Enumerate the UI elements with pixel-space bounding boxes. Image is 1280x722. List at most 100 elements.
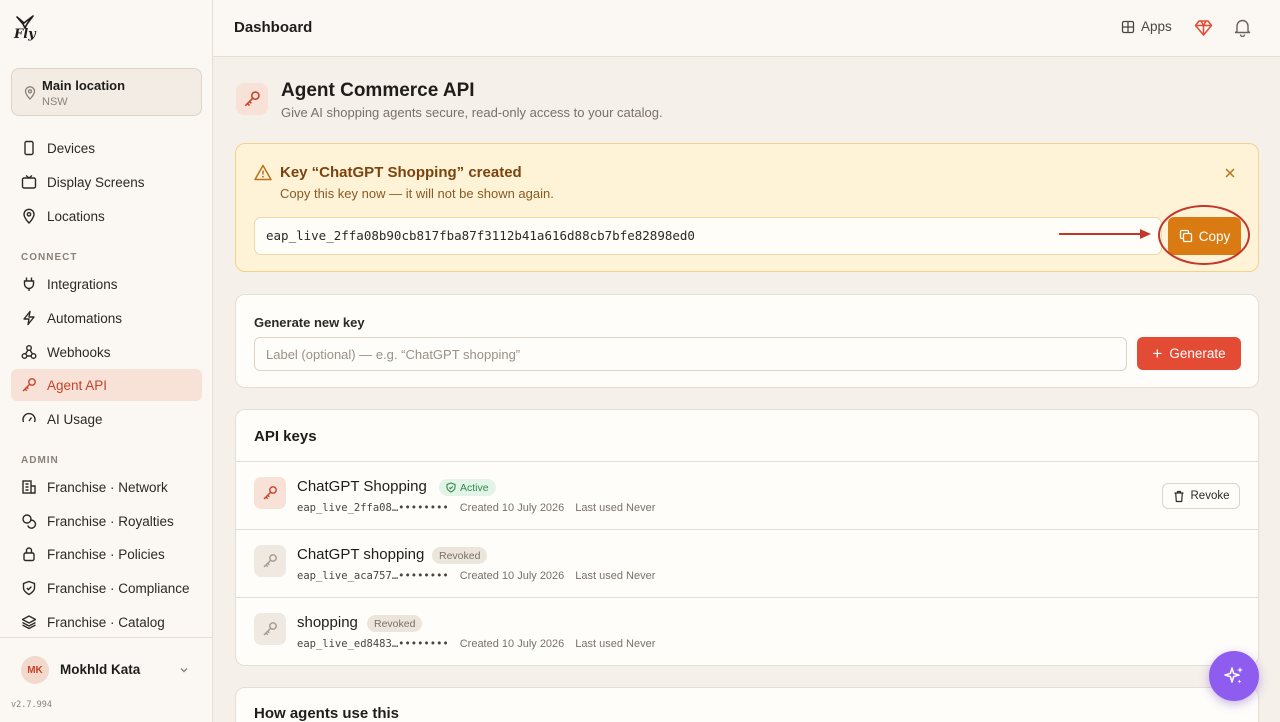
phone-icon (21, 140, 37, 156)
status-badge: Revoked (432, 547, 488, 564)
how-agents-card: How agents use this (235, 687, 1259, 722)
sidebar-item-automations[interactable]: Automations (11, 302, 202, 334)
sidebar-item-label: Franchise · Policies (47, 546, 165, 562)
warning-icon (254, 164, 272, 181)
last-used: Last used Never (575, 502, 656, 514)
apps-button[interactable]: Apps (1121, 19, 1172, 34)
key-icon (21, 377, 37, 393)
sidebar-item-label: Integrations (47, 276, 118, 292)
last-used: Last used Never (575, 638, 656, 650)
key-icon (263, 622, 277, 636)
page-breadcrumb-title: Dashboard (234, 19, 313, 36)
status-badge: Active (439, 479, 496, 496)
sidebar-item-label: Webhooks (47, 344, 111, 360)
avatar: MK (21, 656, 49, 684)
masked-key: eap_live_2ffa08…•••••••• (297, 502, 449, 514)
key-name: ChatGPT Shopping (297, 478, 427, 495)
top-bar: Dashboard Apps (213, 0, 1280, 57)
masked-key: eap_live_aca757…•••••••• (297, 570, 449, 582)
lock-icon (21, 546, 37, 562)
sidebar-item-franchise-network[interactable]: Franchise · Network (11, 471, 202, 503)
generate-button-label: Generate (1169, 346, 1226, 361)
bell-icon[interactable] (1234, 18, 1251, 37)
revoke-label: Revoke (1190, 490, 1230, 502)
new-key-field[interactable]: eap_live_2ffa08b90cb817fba87f3112b41a616… (254, 217, 1162, 255)
section-label-admin: ADMIN (21, 455, 59, 466)
sidebar-item-label: Franchise · Royalties (47, 513, 174, 529)
sidebar-item-webhooks[interactable]: Webhooks (11, 336, 202, 368)
chevron-down-icon (180, 668, 188, 673)
api-key-row: ChatGPT Shopping Active eap_live_2ffa08…… (236, 462, 1258, 530)
generate-label: Generate new key (254, 315, 365, 330)
key-label-input[interactable] (254, 337, 1127, 371)
location-selector[interactable]: Main location NSW (11, 68, 202, 116)
plus-icon: + (1152, 344, 1163, 363)
key-icon (263, 486, 277, 500)
close-icon[interactable] (1223, 166, 1237, 180)
key-meta: eap_live_aca757…•••••••• Created 10 July… (297, 570, 655, 582)
zap-icon (21, 310, 37, 326)
webhook-icon (21, 344, 37, 360)
status-text: Active (460, 481, 489, 494)
status-text: Revoked (374, 617, 416, 630)
sidebar-item-display-screens[interactable]: Display Screens (11, 166, 202, 198)
sparkles-icon (1224, 667, 1243, 684)
logo-text: Fly (14, 27, 36, 42)
apps-label: Apps (1141, 19, 1172, 34)
generate-button[interactable]: + Generate (1137, 337, 1241, 370)
created-date: Created 10 July 2026 (459, 502, 565, 514)
sidebar-item-franchise-catalog[interactable]: Franchise · Catalog (11, 606, 202, 638)
gauge-icon (21, 411, 37, 427)
status-text: Revoked (439, 549, 481, 562)
sidebar-item-agent-api[interactable]: Agent API (11, 369, 202, 401)
annotation-arrow (1059, 229, 1151, 239)
last-used: Last used Never (575, 570, 656, 582)
building-icon (21, 479, 37, 495)
trash-icon (1173, 490, 1185, 503)
sidebar-item-franchise-policies[interactable]: Franchise · Policies (11, 538, 202, 570)
key-icon-tile (254, 613, 286, 645)
key-meta: eap_live_ed8483…•••••••• Created 10 July… (297, 638, 655, 650)
key-name: ChatGPT shopping (297, 546, 425, 563)
section-label-connect: CONNECT (21, 252, 78, 263)
key-icon (263, 554, 277, 568)
user-menu[interactable]: MK Mokhld Kata (0, 637, 212, 702)
key-name: shopping (297, 614, 358, 631)
sidebar-item-label: Franchise · Network (47, 479, 168, 495)
sidebar-item-label: Display Screens (47, 174, 145, 190)
api-keys-header: API keys (254, 428, 317, 445)
map-pin-icon (24, 86, 36, 100)
revoke-button[interactable]: Revoke (1162, 483, 1240, 509)
user-name: Mokhld Kata (60, 662, 141, 677)
key-created-alert: Key “ChatGPT Shopping” created Copy this… (235, 143, 1259, 272)
key-icon-tile (254, 477, 286, 509)
ai-assistant-button[interactable] (1209, 651, 1259, 701)
shield-icon (21, 580, 37, 596)
alert-subtitle: Copy this key now — it will not be shown… (280, 186, 554, 201)
page-key-icon-tile (236, 83, 268, 115)
sidebar-item-label: Locations (47, 208, 105, 224)
how-agents-header: How agents use this (254, 705, 400, 722)
sidebar-item-locations[interactable]: Locations (11, 200, 202, 232)
map-pin-icon (21, 208, 37, 224)
annotation-circle (1158, 205, 1250, 265)
sidebar: Fly Main location NSW Devices Display Sc… (0, 0, 213, 722)
key-icon (244, 91, 260, 107)
sidebar-item-ai-usage[interactable]: AI Usage (11, 403, 202, 435)
sidebar-item-franchise-compliance[interactable]: Franchise · Compliance (11, 572, 202, 604)
sidebar-item-devices[interactable]: Devices (11, 132, 202, 164)
api-key-row: shopping Revoked eap_live_ed8483…•••••••… (236, 598, 1258, 666)
sidebar-item-integrations[interactable]: Integrations (11, 268, 202, 300)
sidebar-item-franchise-royalties[interactable]: Franchise · Royalties (11, 505, 202, 537)
layers-icon (21, 614, 37, 630)
sidebar-item-label: AI Usage (47, 411, 103, 427)
masked-key: eap_live_ed8483…•••••••• (297, 638, 449, 650)
status-badge: Revoked (367, 615, 423, 632)
api-keys-card: API keys ChatGPT Shopping Active eap_liv… (235, 409, 1259, 666)
sidebar-item-label: Franchise · Compliance (47, 580, 190, 596)
api-key-row: ChatGPT shopping Revoked eap_live_aca757… (236, 530, 1258, 598)
key-meta: eap_live_2ffa08…•••••••• Created 10 July… (297, 502, 655, 514)
gem-icon[interactable] (1194, 19, 1213, 37)
location-name: Main location (42, 78, 126, 93)
shield-check-icon (446, 482, 456, 493)
